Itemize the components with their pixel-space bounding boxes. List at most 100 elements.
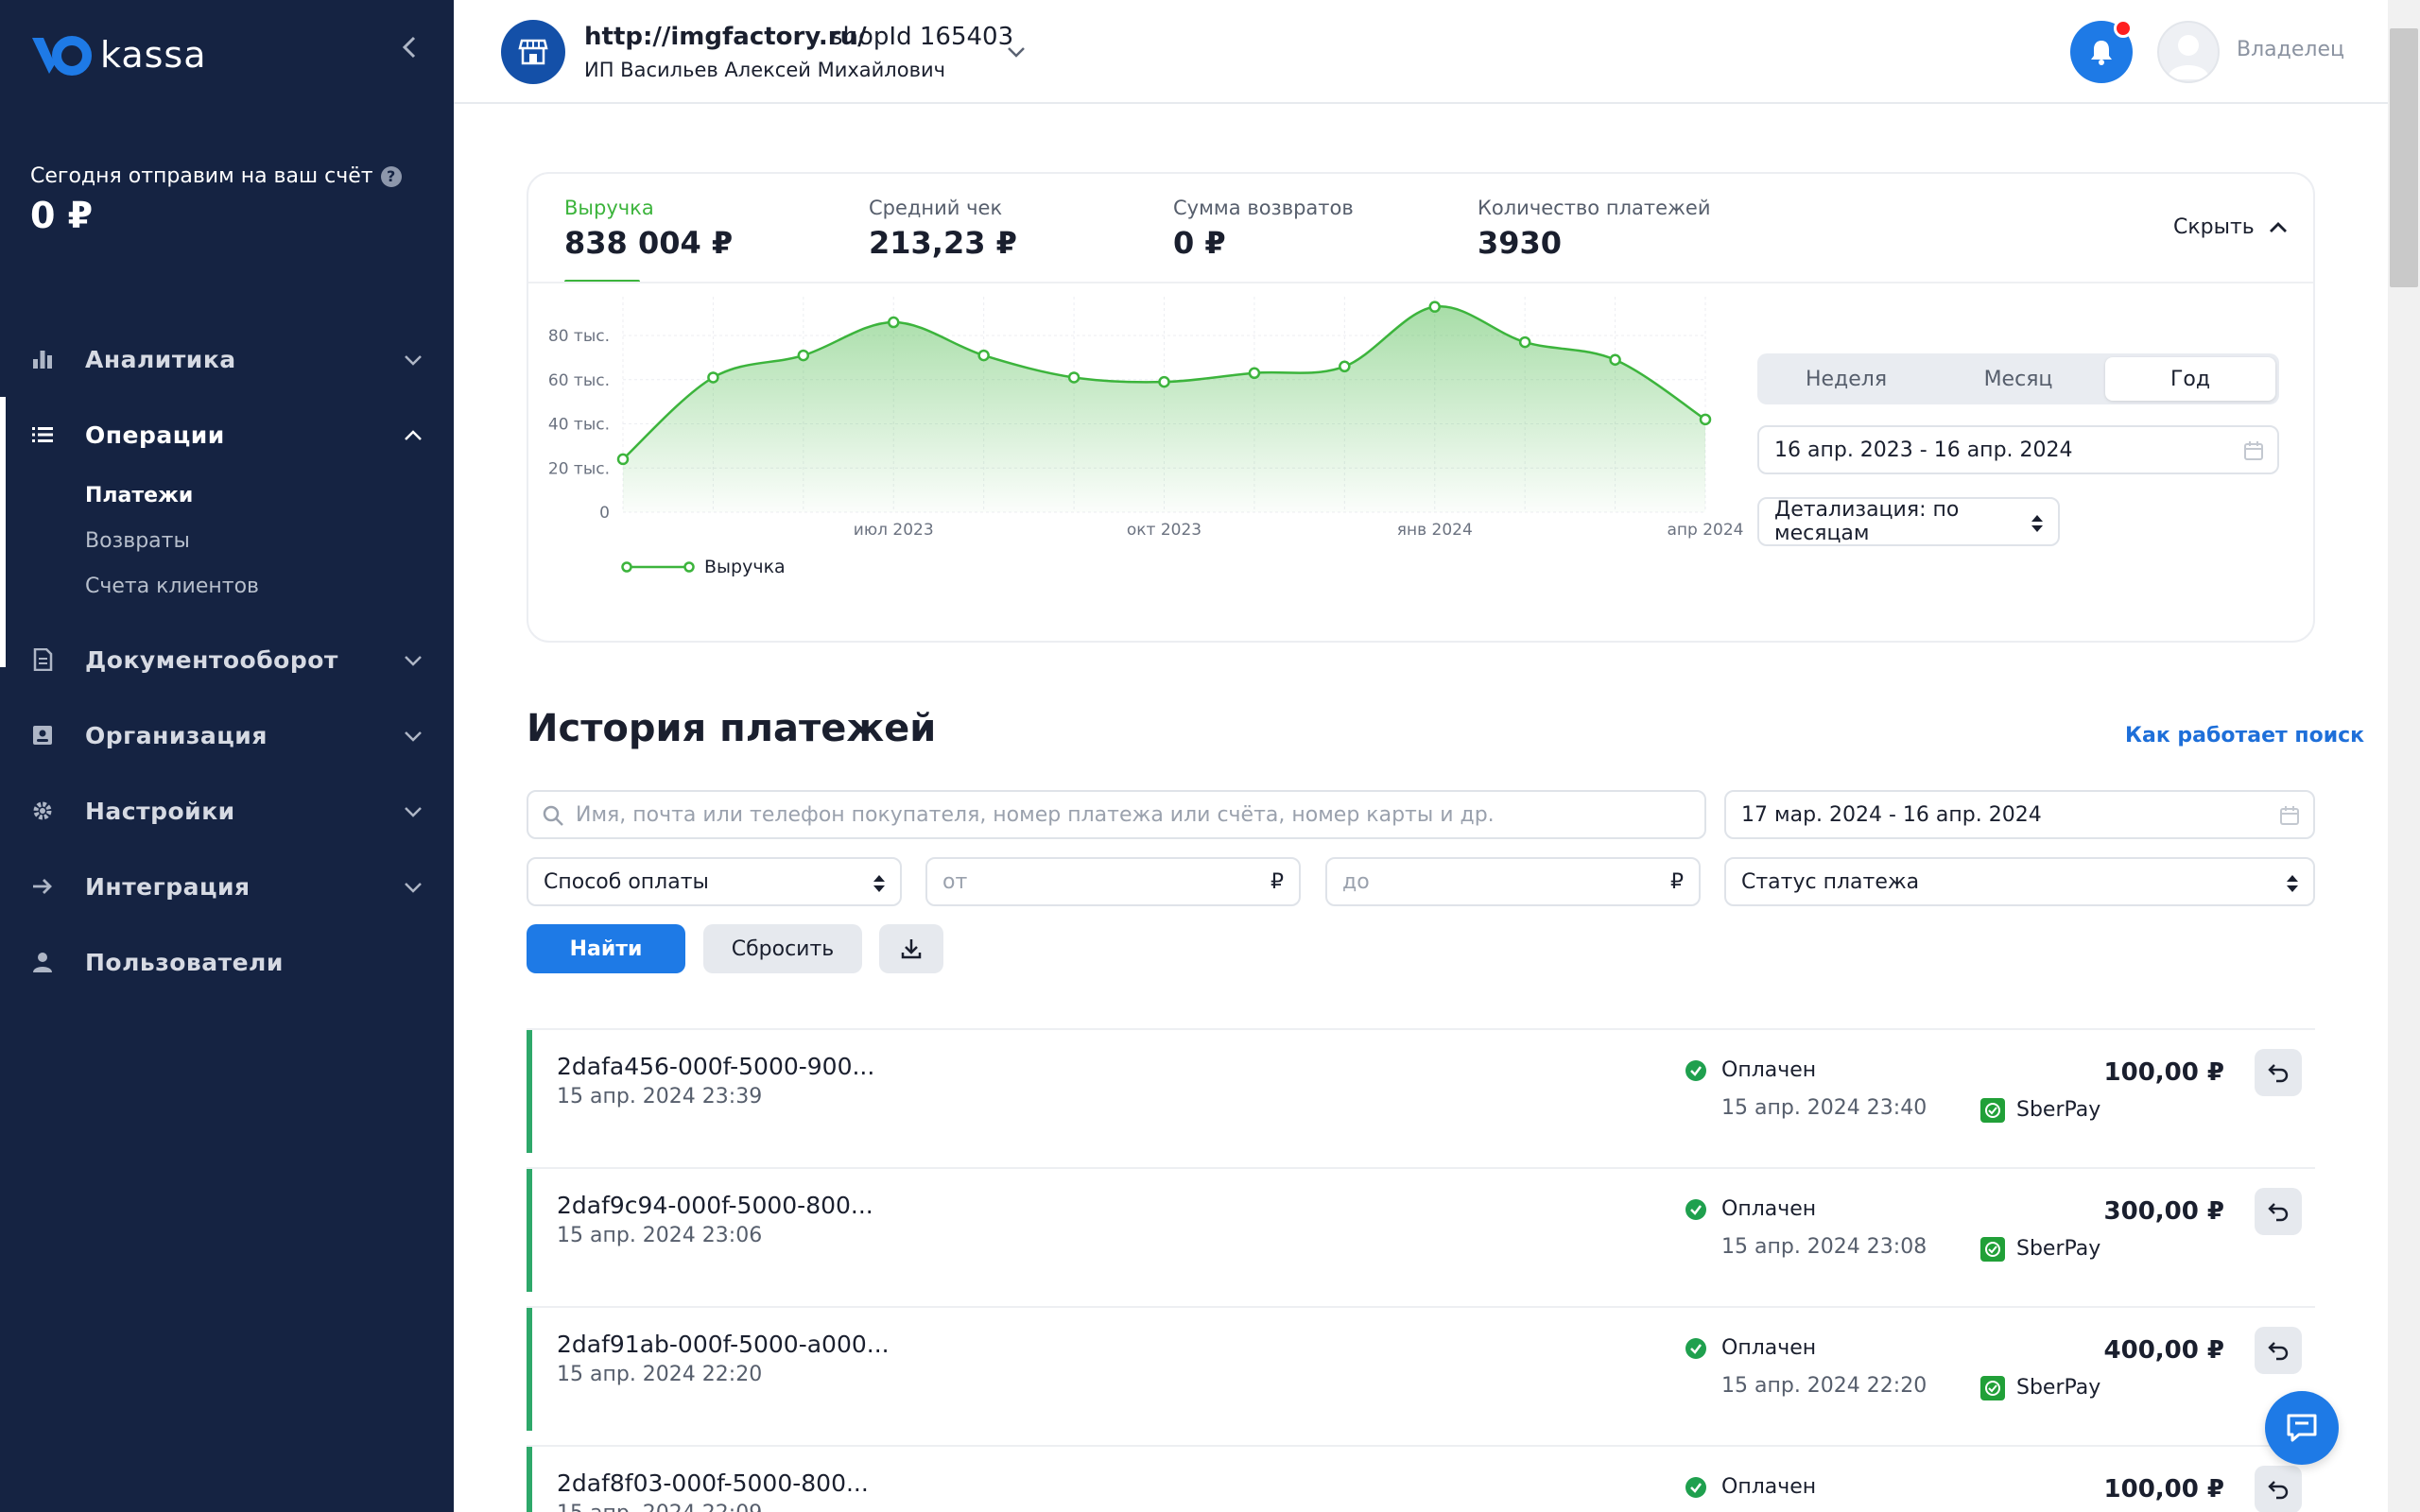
download-button[interactable]: [879, 924, 943, 973]
legend-marker: [683, 561, 695, 573]
tab-revenue[interactable]: Выручка 838 004 ₽: [564, 197, 733, 261]
chat-button[interactable]: [2265, 1391, 2339, 1465]
find-button[interactable]: Найти: [527, 924, 685, 973]
data-point: [707, 371, 719, 384]
top-header: http://imgfactory.ru/ shopId 165403 ИП В…: [454, 0, 2388, 104]
help-icon[interactable]: ?: [380, 165, 402, 187]
data-point: [1067, 371, 1080, 384]
collapse-sidebar-icon[interactable]: [395, 30, 424, 64]
x-tick-label: окт 2023: [1127, 521, 1201, 540]
payment-id[interactable]: 2daf91ab-000f-5000-a000...: [557, 1331, 890, 1358]
refund-button[interactable]: [2255, 1466, 2302, 1512]
row-accent: [527, 1308, 532, 1431]
y-tick-label: 40 тыс.: [548, 416, 610, 435]
sidebar-item-integration[interactable]: Интеграция: [0, 849, 454, 924]
sidebar-subitem-refunds[interactable]: Возвраты: [85, 518, 454, 563]
sidebar-item-analytics[interactable]: Аналитика: [0, 321, 454, 397]
check-circle-icon: [1685, 1338, 1706, 1359]
amount-from-input[interactable]: от ₽: [925, 857, 1301, 906]
refund-button[interactable]: [2255, 1049, 2302, 1096]
check-circle-icon: [1685, 1060, 1706, 1081]
row-accent: [527, 1447, 532, 1512]
check-circle-icon: [1685, 1477, 1706, 1498]
sidebar: kassa Сегодня отправим на ваш счёт ? 0 ₽…: [0, 0, 454, 1512]
row-accent: [527, 1169, 532, 1292]
y-tick-label: 80 тыс.: [548, 327, 610, 346]
hide-chart-button[interactable]: Скрыть: [2173, 215, 2289, 239]
refund-button[interactable]: [2255, 1188, 2302, 1235]
payment-method-select[interactable]: Способ оплаты: [527, 857, 902, 906]
data-point: [1248, 367, 1261, 380]
logo[interactable]: kassa: [30, 32, 207, 77]
chevron-up-icon: [403, 425, 424, 446]
search-icon: [542, 804, 564, 833]
data-point: [1158, 375, 1170, 388]
scrollbar-thumb[interactable]: [2390, 28, 2418, 287]
search-help-link[interactable]: Как работает поиск: [2125, 724, 2364, 747]
y-tick-label: 20 тыс.: [548, 459, 610, 478]
table-row[interactable]: 2daf91ab-000f-5000-a000... 15 апр. 2024 2…: [527, 1306, 2315, 1445]
shop-icon[interactable]: [501, 20, 565, 84]
paid-at: 15 апр. 2024 22:20: [1721, 1374, 1927, 1398]
chevron-up-icon: [2269, 221, 2287, 232]
payment-amount: 400,00 ₽: [2103, 1336, 2224, 1365]
sidebar-item-operations[interactable]: Операции: [0, 397, 454, 472]
sidebar-item-settings[interactable]: Настройки: [0, 773, 454, 849]
sidebar-item-users[interactable]: Пользователи: [0, 924, 454, 1000]
payment-status-select[interactable]: Статус платежа: [1724, 857, 2315, 906]
user-icon: [30, 950, 55, 974]
paid-at: 15 апр. 2024 23:40: [1721, 1096, 1927, 1120]
sidebar-subitem-payments[interactable]: Платежи: [85, 472, 454, 518]
user-role[interactable]: Владелец: [2237, 38, 2344, 61]
period-month[interactable]: Месяц: [1933, 357, 2103, 401]
data-point: [1428, 301, 1441, 313]
refund-button[interactable]: [2255, 1327, 2302, 1374]
search-input[interactable]: Имя, почта или телефон покупателя, номер…: [527, 790, 1706, 839]
reset-button[interactable]: Сбросить: [703, 924, 862, 973]
history-date-range-field[interactable]: 17 мар. 2024 - 16 апр. 2024: [1724, 790, 2315, 839]
shop-switch-chevron-icon[interactable]: [1006, 42, 1027, 62]
sidebar-subitem-invoices[interactable]: Счета клиентов: [85, 563, 454, 609]
sberpay-icon: [1980, 1098, 2005, 1123]
table-row[interactable]: 2dafa456-000f-5000-900... 15 апр. 2024 23…: [527, 1028, 2315, 1167]
data-point: [1609, 353, 1621, 367]
logo-text: kassa: [100, 34, 207, 76]
period-year[interactable]: Год: [2105, 357, 2275, 401]
legend-marker: [621, 561, 632, 573]
sberpay-icon: [1980, 1237, 2005, 1262]
row-accent: [527, 1030, 532, 1153]
sidebar-item-organization[interactable]: Организация: [0, 697, 454, 773]
status-badge: Оплачен: [1721, 1197, 1817, 1221]
table-row[interactable]: 2daf8f03-000f-5000-800... 15 апр. 2024 22…: [527, 1445, 2315, 1512]
chat-icon: [2287, 1414, 2317, 1442]
period-week[interactable]: Неделя: [1761, 357, 1931, 401]
avatar[interactable]: [2157, 21, 2220, 83]
payment-amount: 100,00 ₽: [2103, 1475, 2224, 1503]
chart-date-range-field[interactable]: 16 апр. 2023 - 16 апр. 2024: [1757, 425, 2279, 474]
tab-average-check[interactable]: Средний чек 213,23 ₽: [869, 197, 1017, 261]
undo-icon: [2268, 1203, 2289, 1222]
chevron-down-icon: [403, 801, 424, 822]
status-badge: Оплачен: [1721, 1475, 1817, 1499]
table-row[interactable]: 2daf9c94-000f-5000-800... 15 апр. 2024 23…: [527, 1167, 2315, 1306]
sidebar-item-documents[interactable]: Документооборот: [0, 622, 454, 697]
payment-amount: 100,00 ₽: [2103, 1058, 2224, 1087]
select-arrows-icon: [2285, 872, 2300, 895]
payment-id[interactable]: 2dafa456-000f-5000-900...: [557, 1053, 874, 1080]
tab-payment-count[interactable]: Количество платежей 3930: [1478, 197, 1711, 261]
x-tick-label: янв 2024: [1397, 521, 1473, 540]
arrow-right-icon: [30, 874, 55, 899]
gear-icon: [30, 799, 55, 823]
payment-id[interactable]: 2daf9c94-000f-5000-800...: [557, 1192, 873, 1219]
chevron-down-icon: [403, 726, 424, 747]
sidebar-nav: Аналитика Операции Платежи Возвраты Счет…: [0, 321, 454, 1000]
logo-mark-icon: [30, 32, 93, 77]
tab-refund-sum[interactable]: Сумма возвратов 0 ₽: [1173, 197, 1354, 261]
currency-symbol: ₽: [1270, 869, 1284, 894]
detail-select[interactable]: Детализация: по месяцам: [1757, 497, 2060, 546]
payment-method: SberPay: [2016, 1376, 2101, 1400]
payout-label: Сегодня отправим на ваш счёт ?: [30, 164, 402, 188]
payment-id[interactable]: 2daf8f03-000f-5000-800...: [557, 1469, 869, 1497]
amount-to-input[interactable]: до ₽: [1325, 857, 1701, 906]
y-tick-label: 0: [599, 504, 610, 523]
